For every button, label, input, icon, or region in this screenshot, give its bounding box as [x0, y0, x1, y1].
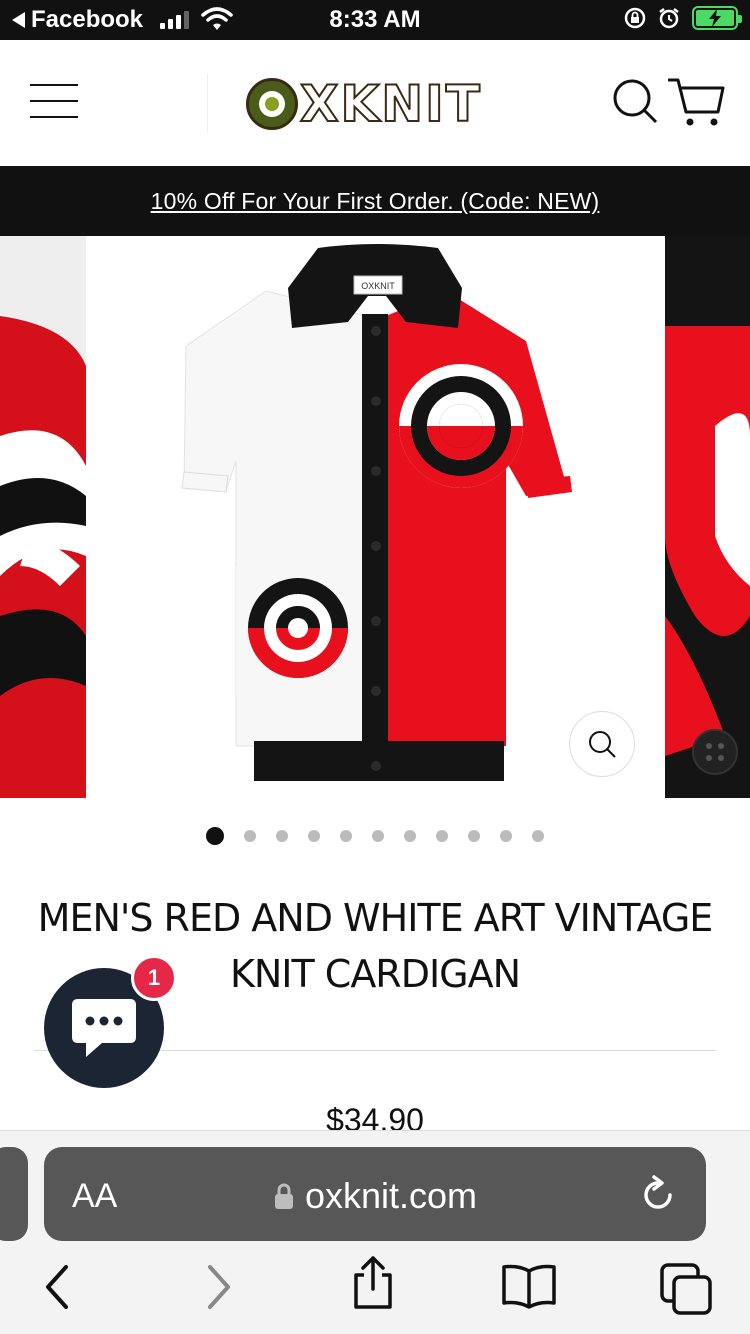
header-divider	[207, 74, 208, 132]
chat-icon	[72, 999, 136, 1057]
carousel-dot[interactable]	[404, 830, 416, 842]
carousel-dot[interactable]	[532, 830, 544, 842]
carousel-pagination	[0, 826, 750, 846]
carousel-dot[interactable]	[436, 830, 448, 842]
url-display[interactable]: oxknit.com	[44, 1175, 706, 1217]
site-logo[interactable]: XKNIT	[246, 75, 500, 133]
bookmarks-icon[interactable]	[500, 1263, 558, 1309]
product-image-carousel[interactable]: OXKNIT	[0, 236, 750, 798]
carousel-dot[interactable]	[308, 830, 320, 842]
tabs-icon[interactable]	[660, 1263, 714, 1315]
carousel-dot[interactable]	[340, 830, 352, 842]
share-icon[interactable]	[350, 1255, 396, 1311]
forward-icon[interactable]	[204, 1263, 234, 1311]
carousel-dot[interactable]	[206, 827, 224, 845]
site-header: XKNIT	[0, 40, 750, 166]
zoom-button[interactable]	[569, 711, 635, 777]
promo-link[interactable]: 10% Off For Your First Order. (Code: NEW…	[151, 188, 600, 215]
carousel-dot[interactable]	[500, 830, 512, 842]
rotation-lock-icon	[624, 7, 646, 29]
promo-banner[interactable]: 10% Off For Your First Order. (Code: NEW…	[0, 166, 750, 236]
back-icon[interactable]	[42, 1263, 72, 1311]
alarm-icon	[659, 8, 679, 29]
browser-bottom-bar: AA oxknit.com	[0, 1130, 750, 1334]
logo-o-mark	[246, 78, 298, 130]
cart-icon[interactable]	[666, 76, 726, 128]
product-price: $34.90	[326, 1102, 424, 1130]
carousel-dot[interactable]	[468, 830, 480, 842]
carousel-dot[interactable]	[372, 830, 384, 842]
hamburger-icon[interactable]	[30, 84, 78, 120]
lock-icon	[274, 1183, 293, 1209]
chat-unread-badge: 1	[131, 955, 177, 1001]
product-main-image[interactable]: OXKNIT	[86, 236, 665, 798]
logo-text: XKNIT	[299, 75, 482, 133]
previous-slide-image[interactable]	[0, 236, 86, 798]
next-slide-image[interactable]	[665, 236, 750, 798]
carousel-dot[interactable]	[276, 830, 288, 842]
url-text: oxknit.com	[304, 1175, 478, 1216]
carousel-dot[interactable]	[244, 830, 256, 842]
search-icon[interactable]	[612, 78, 658, 124]
reload-icon[interactable]	[640, 1175, 676, 1213]
address-bar[interactable]: AA oxknit.com	[44, 1147, 706, 1241]
status-bar: Facebook 8:33 AM	[0, 0, 750, 40]
battery-icon	[692, 6, 742, 30]
browser-toolbar	[0, 1256, 750, 1323]
collar-tag-text: OXKNIT	[361, 281, 395, 291]
previous-tab-peek[interactable]	[0, 1147, 28, 1241]
zoom-icon	[589, 731, 616, 758]
